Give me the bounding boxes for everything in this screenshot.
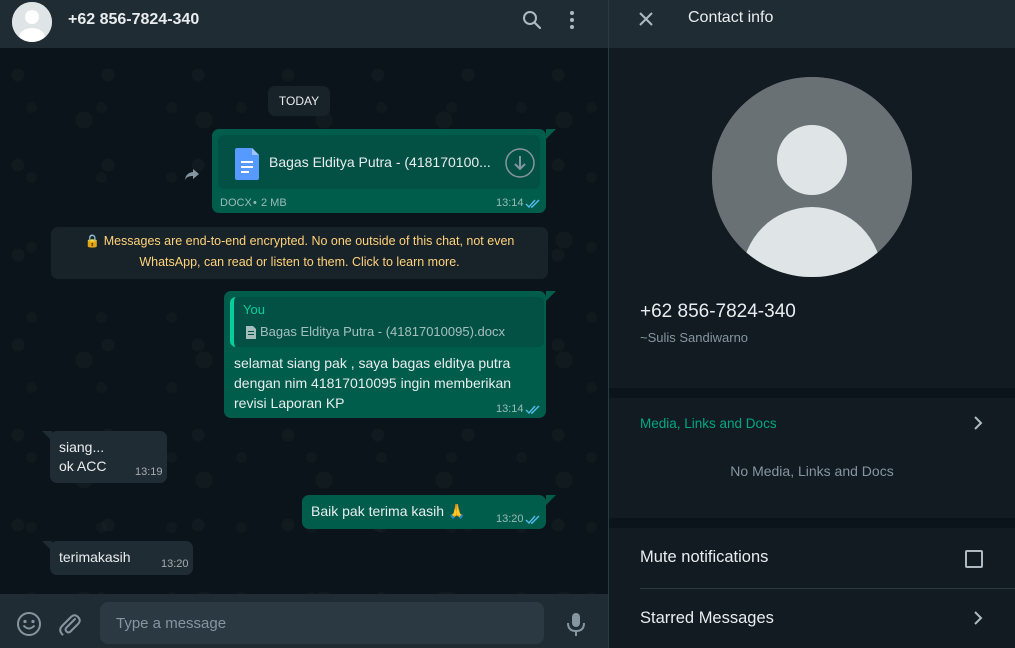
dot-separator: • [253,197,257,209]
contact-push-name: ~Sulis Sandiwarno [640,330,749,345]
emoji-icon[interactable] [16,611,42,637]
incoming-text: terimakasih [59,549,131,565]
incoming-text-line-2: ok ACC [59,458,107,474]
incoming-text-line-1: siang... [59,439,105,455]
contact-avatar[interactable] [12,2,52,42]
contact-profile-photo[interactable] [712,77,912,277]
contact-info-panel: Contact info +62 856-7824-340 ~Sulis San… [609,0,1015,648]
document-size: 2 MB [261,197,287,209]
starred-messages-label[interactable]: Starred Messages [640,609,774,628]
media-section[interactable]: Media, Links and Docs No Media, Links an… [609,398,1015,518]
reply-text-line-3: revisi Laporan KP [234,395,345,411]
quoted-message[interactable]: You Bagas Eldit​ya Putra - (41817010095)… [230,297,544,347]
quote-text: Bagas Eldit​ya Putra - (41817010095).doc… [260,324,505,339]
encryption-line-1: Messages are end-to-end encrypted. No on… [103,234,515,248]
message-time: 13:20 [161,558,189,570]
document-name: Bagas Eldit​ya Putra - (4181701​00... [269,154,491,170]
bubble-tail [546,129,556,139]
compose-bar [0,594,608,648]
close-icon[interactable] [637,10,655,28]
document-message[interactable]: Bagas Eldit​ya Putra - (4181701​00... DO… [212,129,546,213]
doc-icon [235,148,259,180]
encryption-notice[interactable]: 🔒 Messages are end-to-end encrypted. No … [51,227,548,279]
chevron-right-icon[interactable] [971,610,985,626]
chat-pane: +62 856-7824-340 TODAY Bagas Eldit​ya Pu… [0,0,608,648]
bubble-tail [546,291,556,301]
media-title[interactable]: Media, Links and Docs [640,416,777,431]
encryption-line-2: WhatsApp, can read or listen to them. Cl… [139,255,460,269]
bubble-tail [546,495,556,505]
menu-icon[interactable] [560,8,584,32]
document-card[interactable]: Bagas Eldit​ya Putra - (4181701​00... [218,135,540,189]
settings-section: Mute notifications Starred Messages [609,528,1015,648]
attach-icon[interactable] [57,611,83,637]
double-check-icon [525,199,540,209]
message-time: 13:19 [135,466,163,478]
message-time: 13:14 [496,403,524,415]
contact-profile-section: +62 856-7824-340 ~Sulis Sandiwarno [609,48,1015,388]
contact-info-header: Contact info [609,0,1015,48]
contact-info-title: Contact info [688,9,774,26]
mute-notifications-label[interactable]: Mute notifications [640,548,768,567]
lock-icon: 🔒 [84,234,101,248]
quote-author: You [243,302,265,317]
contact-phone: +62 856-7824-340 [640,301,796,322]
chat-title[interactable]: +62 856-7824-340 [68,11,199,29]
search-icon[interactable] [520,8,544,32]
chevron-right-icon[interactable] [971,415,985,431]
media-empty-text: No Media, Links and Docs [730,463,894,479]
download-icon[interactable] [504,147,536,179]
chat-header[interactable]: +62 856-7824-340 [0,0,608,48]
mic-icon[interactable] [565,611,587,637]
message-time: 13:20 [496,513,524,525]
double-check-icon [525,515,540,525]
avatar-icon [12,2,52,42]
reply-text-line-1: selamat siang pak , saya bagas eldit​ya … [234,355,511,371]
mute-checkbox[interactable] [965,550,983,568]
message-input[interactable] [100,602,544,644]
avatar-icon [712,77,912,277]
message-time: 13:14 [496,197,524,209]
divider [640,588,1015,589]
forward-icon[interactable] [178,160,206,188]
document-type: DOCX [220,197,252,209]
double-check-icon [525,405,540,415]
date-chip: TODAY [268,86,330,116]
outgoing-text: Baik pak terima kasih 🙏 [311,503,466,519]
reply-text-line-2: dengan nim 41817010095 ingin memberikan [234,375,512,391]
doc-icon [246,326,256,339]
